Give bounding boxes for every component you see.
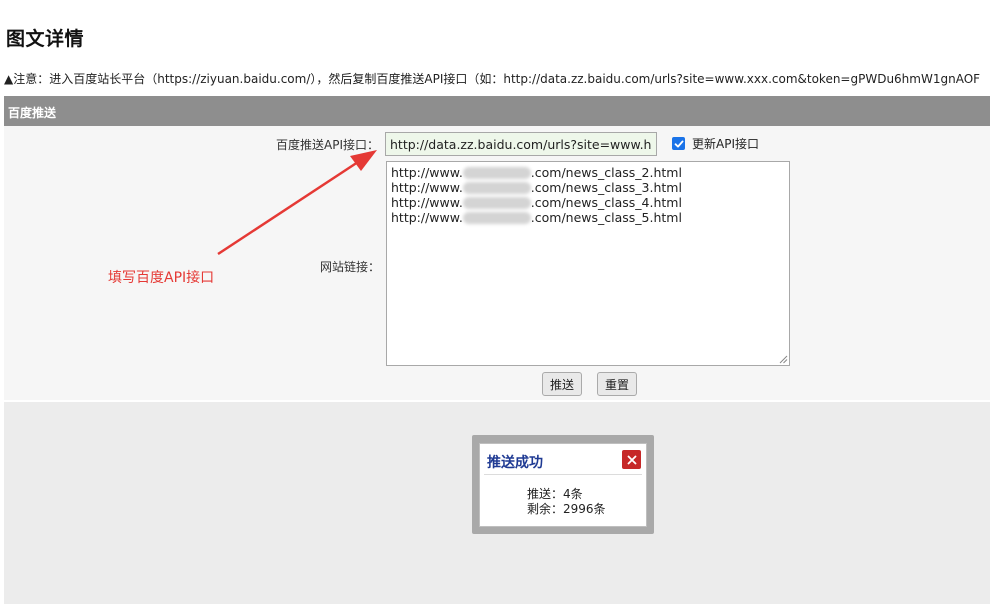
dialog-remaining-count: 剩余：2996条 [527, 502, 606, 516]
resize-grip-icon[interactable] [779, 355, 788, 364]
link-line: http://www. .com/news_class_3.html [391, 180, 682, 195]
checkbox-checked-icon[interactable] [672, 137, 685, 150]
redaction-blur [463, 212, 531, 224]
links-textarea[interactable]: http://www. .com/news_class_2.html http:/… [386, 161, 790, 366]
dialog-divider [484, 474, 642, 475]
success-dialog: 推送成功 推送：4条 剩余：2996条 [479, 443, 647, 527]
annotation-label: 填写百度API接口 [108, 270, 215, 286]
reset-button[interactable]: 重置 [597, 372, 638, 396]
checkbox-label: 更新API接口 [692, 137, 759, 151]
page-title: 图文详情 [6, 28, 85, 50]
panel-header: 百度推送 [4, 96, 990, 126]
push-button[interactable]: 推送 [542, 372, 583, 396]
close-icon[interactable] [627, 455, 637, 465]
link-line: http://www. .com/news_class_5.html [391, 210, 682, 225]
dialog-title: 推送成功 [487, 455, 543, 471]
redaction-blur [463, 182, 531, 194]
redaction-blur [463, 167, 531, 179]
api-input[interactable] [385, 132, 657, 156]
api-label: 百度推送API接口： [276, 138, 379, 152]
notice-text: ▲注意：进入百度站长平台（https://ziyuan.baidu.com/），… [4, 72, 981, 86]
redaction-blur [463, 197, 531, 209]
update-api-checkbox[interactable]: 更新API接口 [672, 135, 759, 152]
close-button[interactable] [622, 450, 641, 469]
link-line: http://www. .com/news_class_2.html [391, 165, 682, 180]
panel-header-title: 百度推送 [8, 106, 57, 120]
links-label: 网站链接： [320, 260, 381, 274]
link-line: http://www. .com/news_class_4.html [391, 195, 682, 210]
